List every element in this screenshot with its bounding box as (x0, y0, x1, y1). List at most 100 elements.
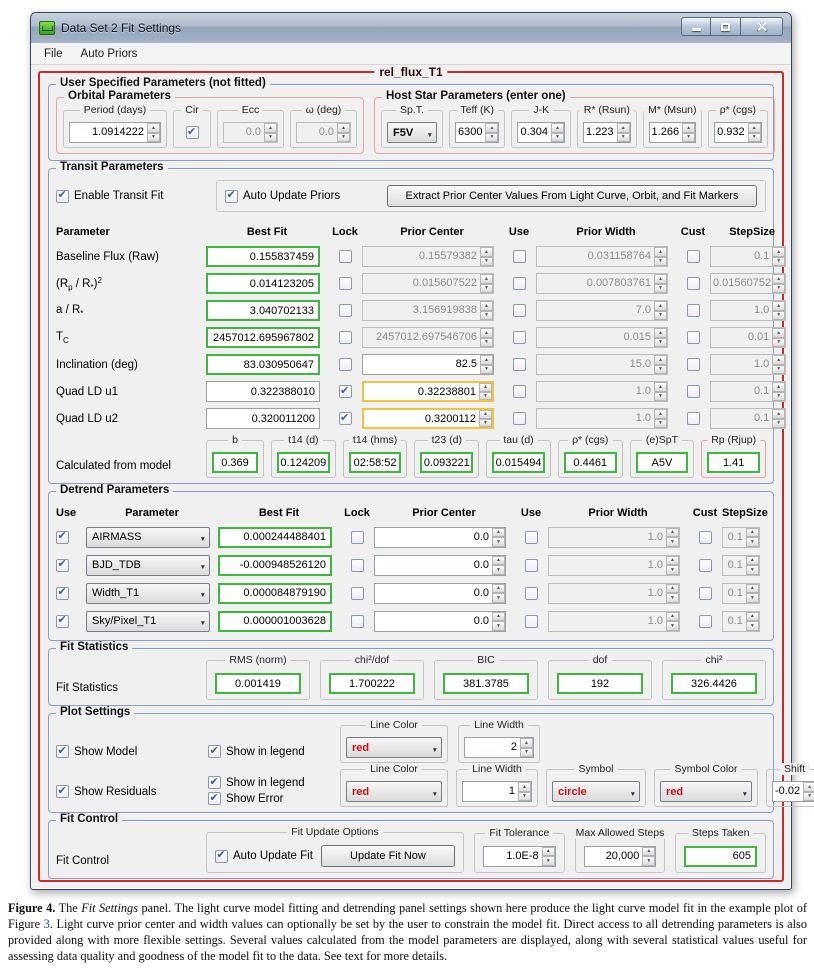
prior-center-field[interactable]: 0.0 (374, 527, 506, 548)
period-field[interactable]: 1.0914222 (69, 122, 161, 143)
lock-checkbox[interactable] (351, 559, 364, 572)
cust-checkbox[interactable] (687, 250, 700, 263)
prior-center-field[interactable]: 0.3200112 (362, 408, 494, 429)
model-line-color-dropdown[interactable]: red (346, 737, 442, 758)
cust-checkbox[interactable] (687, 277, 700, 290)
prior-center-field[interactable]: 0.0 (374, 555, 506, 576)
lock-checkbox[interactable] (351, 531, 364, 544)
detrend-parameter-dropdown[interactable]: BJD_TDB (86, 555, 210, 576)
cust-checkbox[interactable] (699, 559, 712, 572)
spinner-icon[interactable] (803, 782, 814, 801)
detrend-parameter-dropdown[interactable]: Width_T1 (86, 583, 210, 604)
cust-checkbox[interactable] (687, 304, 700, 317)
use-checkbox[interactable] (56, 587, 69, 600)
fit-tolerance-field[interactable]: 1.0E-8 (483, 846, 556, 867)
use-checkbox[interactable] (56, 559, 69, 572)
auto-update-priors-checkbox[interactable] (225, 190, 238, 203)
spinner-icon[interactable] (748, 123, 761, 142)
show-error-checkbox[interactable] (208, 792, 221, 805)
spinner-icon[interactable] (551, 123, 564, 142)
use-checkbox[interactable] (513, 331, 526, 344)
use-checkbox[interactable] (513, 412, 526, 425)
cust-checkbox[interactable] (687, 358, 700, 371)
use-checkbox[interactable] (513, 385, 526, 398)
spinner-icon[interactable] (682, 123, 695, 142)
show-residuals[interactable]: Show Residuals (56, 785, 208, 807)
cust-checkbox[interactable] (687, 331, 700, 344)
spinner-icon[interactable] (492, 612, 505, 631)
residuals-show-in-legend[interactable]: Show in legend (208, 776, 340, 789)
symbol-dropdown[interactable]: circle (552, 781, 640, 802)
spinner-icon[interactable] (492, 584, 505, 603)
lock-checkbox[interactable] (339, 250, 352, 263)
auto-update-priors[interactable]: Auto Update Priors (225, 190, 375, 203)
use-checkbox[interactable] (513, 277, 526, 290)
rstar-field[interactable]: 1.223 (583, 122, 631, 143)
symbol-color-dropdown[interactable]: red (660, 781, 752, 802)
lock-checkbox[interactable] (339, 412, 352, 425)
spinner-icon[interactable] (642, 847, 655, 866)
cust-checkbox[interactable] (699, 587, 712, 600)
lock-checkbox[interactable] (339, 331, 352, 344)
use-checkbox[interactable] (513, 304, 526, 317)
detrend-parameter-dropdown[interactable]: AIRMASS (86, 527, 210, 548)
teff-field[interactable]: 6300 (455, 122, 499, 143)
use-checkbox[interactable] (525, 531, 538, 544)
detrend-parameter-dropdown[interactable]: Sky/Pixel_T1 (86, 611, 210, 632)
menu-auto-priors[interactable]: Auto Priors (72, 46, 147, 62)
lock-checkbox[interactable] (339, 358, 352, 371)
lock-checkbox[interactable] (339, 304, 352, 317)
use-checkbox[interactable] (56, 531, 69, 544)
use-checkbox[interactable] (513, 358, 526, 371)
use-checkbox[interactable] (525, 615, 538, 628)
cust-checkbox[interactable] (699, 615, 712, 628)
prior-center-field[interactable]: 0.32238801 (362, 381, 494, 402)
residuals-line-color-dropdown[interactable]: red (346, 781, 442, 802)
prior-center-field[interactable]: 82.5 (362, 354, 494, 375)
use-checkbox[interactable] (525, 587, 538, 600)
model-line-width-field[interactable]: 2 (464, 737, 534, 758)
cust-checkbox[interactable] (687, 412, 700, 425)
cir-checkbox[interactable] (186, 126, 199, 139)
spinner-icon[interactable] (480, 355, 493, 374)
lock-checkbox[interactable] (339, 277, 352, 290)
show-model[interactable]: Show Model (56, 745, 208, 763)
spinner-icon[interactable] (479, 383, 492, 400)
spinner-icon[interactable] (492, 528, 505, 547)
shift-field[interactable]: -0.02 (772, 781, 814, 802)
title-bar[interactable]: Data Set 2 Fit Settings (31, 13, 791, 43)
show-residuals-checkbox[interactable] (56, 785, 69, 798)
rho-field[interactable]: 0.932 (714, 122, 762, 143)
cust-checkbox[interactable] (699, 531, 712, 544)
prior-center-field[interactable]: 0.0 (374, 583, 506, 604)
lock-checkbox[interactable] (339, 385, 352, 398)
spinner-icon[interactable] (617, 123, 630, 142)
enable-transit-fit[interactable]: Enable Transit Fit (56, 190, 216, 203)
spinner-icon[interactable] (520, 738, 533, 757)
mstar-field[interactable]: 1.266 (649, 122, 697, 143)
residuals-legend-checkbox[interactable] (208, 776, 221, 789)
menu-file[interactable]: File (35, 46, 72, 62)
prior-center-field[interactable]: 0.0 (374, 611, 506, 632)
spinner-icon[interactable] (485, 123, 498, 142)
auto-update-fit-checkbox[interactable] (215, 850, 228, 863)
spinner-icon[interactable] (147, 123, 160, 142)
spinner-icon[interactable] (479, 410, 492, 427)
spt-dropdown[interactable]: F5V (387, 122, 437, 143)
spinner-icon[interactable] (542, 847, 555, 866)
cust-checkbox[interactable] (687, 385, 700, 398)
maximize-button[interactable] (711, 17, 741, 36)
extract-priors-button[interactable]: Extract Prior Center Values From Light C… (387, 185, 757, 207)
residuals-line-width-field[interactable]: 1 (462, 781, 532, 802)
use-checkbox[interactable] (56, 615, 69, 628)
jk-field[interactable]: 0.304 (517, 122, 565, 143)
residuals-show-error[interactable]: Show Error (208, 792, 340, 805)
update-fit-now-button[interactable]: Update Fit Now (321, 845, 455, 867)
lock-checkbox[interactable] (351, 615, 364, 628)
minimize-button[interactable] (681, 17, 711, 36)
show-model-checkbox[interactable] (56, 745, 69, 758)
spinner-icon[interactable] (518, 782, 531, 801)
spinner-icon[interactable] (492, 556, 505, 575)
model-legend-checkbox[interactable] (208, 745, 221, 758)
close-button[interactable] (741, 17, 783, 36)
